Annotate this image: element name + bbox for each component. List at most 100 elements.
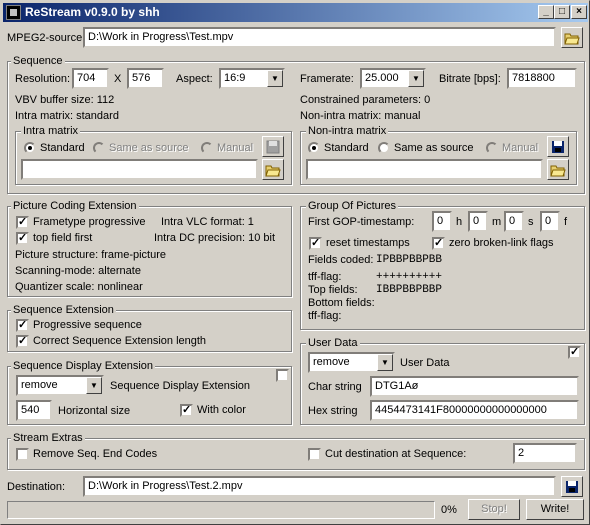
non-intra-manual-radio[interactable]	[486, 142, 498, 154]
aspect-label: Aspect:	[176, 73, 213, 85]
non-intra-same-label: Same as source	[394, 142, 474, 154]
picture-coding-title: Picture Coding Extension	[11, 200, 139, 212]
fields-coded-label: Fields coded:	[308, 254, 374, 266]
cut-sequence-input[interactable]: 2	[513, 443, 577, 464]
chevron-down-icon[interactable]: ▼	[267, 70, 283, 87]
intra-standard-radio[interactable]	[24, 142, 36, 154]
folder-open-icon	[265, 165, 281, 176]
sde-enable-checkbox[interactable]	[276, 369, 289, 382]
intra-matrix-input[interactable]	[21, 159, 258, 180]
char-string-label: Char string	[308, 381, 362, 393]
intra-save-button[interactable]	[262, 136, 284, 157]
title-bar[interactable]: ReStream v0.9.0 by shh _ □ ×	[3, 3, 588, 22]
maximize-button[interactable]: □	[554, 5, 570, 19]
framerate-select[interactable]: 25.000 ▼	[360, 68, 426, 89]
frametype-checkbox[interactable]: ✓	[16, 216, 29, 229]
aspect-value: 16:9	[224, 72, 246, 84]
open-source-button[interactable]	[561, 27, 583, 48]
non-intra-matrix-text: Non-intra matrix: manual	[300, 110, 421, 122]
intra-same-radio[interactable]	[93, 142, 105, 154]
picture-structure-text: Picture structure: frame-picture	[15, 249, 166, 261]
chevron-down-icon[interactable]: ▼	[377, 354, 393, 371]
app-icon	[6, 5, 21, 20]
with-color-checkbox[interactable]: ✓	[180, 404, 193, 417]
user-data-mode-value: remove	[313, 356, 350, 368]
gop-hours-input[interactable]: 0	[432, 211, 452, 232]
top-fields-value: IBBPBBPBBP	[376, 284, 443, 296]
folder-open-icon	[564, 33, 580, 44]
source-path-input[interactable]: D:\Work in Progress\Test.mpv	[83, 27, 556, 48]
hex-string-input[interactable]: 4454473141F80000000000000000	[370, 400, 579, 421]
width-input[interactable]: 704	[72, 68, 109, 89]
bottom-fields-label: Bottom fields:	[308, 297, 375, 309]
save-icon	[566, 480, 578, 493]
intra-matrix-text: Intra matrix: standard	[15, 110, 119, 122]
frametype-label: Frametype progressive	[33, 216, 146, 228]
stop-button[interactable]: Stop!	[468, 499, 520, 520]
progress-bar	[7, 501, 435, 519]
horizontal-size-input[interactable]: 540	[16, 400, 52, 421]
intra-same-label: Same as source	[109, 142, 189, 154]
stream-extras-title: Stream Extras	[11, 432, 85, 444]
gop-frames-input[interactable]: 0	[540, 211, 560, 232]
zero-broken-link-label: zero broken-link flags	[449, 237, 554, 249]
non-intra-save-button[interactable]	[547, 136, 569, 157]
zero-broken-link-checkbox[interactable]: ✓	[432, 237, 445, 250]
remove-end-codes-checkbox[interactable]	[16, 448, 29, 461]
bitrate-input[interactable]: 7818800	[507, 68, 577, 89]
scanning-mode-text: Scanning-mode: alternate	[15, 265, 141, 277]
chevron-down-icon[interactable]: ▼	[408, 70, 424, 87]
source-label: MPEG2-source:	[7, 32, 86, 44]
top-field-label: top field first	[33, 232, 93, 244]
app-window: ReStream v0.9.0 by shh _ □ × MPEG2-sourc…	[0, 0, 590, 525]
vbv-buffer-text: VBV buffer size: 112	[15, 94, 115, 106]
cut-destination-checkbox[interactable]	[308, 448, 321, 461]
non-intra-matrix-title: Non-intra matrix	[306, 125, 389, 137]
bitrate-label: Bitrate [bps]:	[439, 73, 501, 85]
intra-vlc-text: Intra VLC format: 1	[161, 216, 254, 228]
aspect-select[interactable]: 16:9 ▼	[219, 68, 285, 89]
sequence-group-title: Sequence	[11, 55, 65, 67]
destination-path-input[interactable]: D:\Work in Progress\Test.2.mpv	[83, 476, 556, 497]
user-data-mode-select[interactable]: remove ▼	[308, 352, 395, 373]
minimize-button[interactable]: _	[538, 5, 554, 19]
save-icon	[266, 140, 280, 153]
close-button[interactable]: ×	[571, 5, 587, 19]
non-intra-matrix-input[interactable]	[306, 159, 543, 180]
gop-minutes-input[interactable]: 0	[468, 211, 488, 232]
char-string-input[interactable]: DTG1Aø	[370, 376, 579, 397]
user-data-label: User Data	[400, 357, 450, 369]
sequence-extension-title: Sequence Extension	[11, 304, 116, 316]
gop-title: Group Of Pictures	[306, 200, 399, 212]
gop-frames-unit: f	[564, 216, 568, 228]
cut-destination-label: Cut destination at Sequence:	[325, 448, 467, 460]
height-input[interactable]: 576	[127, 68, 164, 89]
resolution-label: Resolution:	[15, 73, 71, 85]
gop-seconds-input[interactable]: 0	[504, 211, 524, 232]
non-intra-standard-label: Standard	[324, 142, 369, 154]
gop-seconds-unit: s	[528, 216, 534, 228]
fields-coded-value: IPBBPBBPBB	[376, 254, 443, 266]
top-fields-label: Top fields:	[308, 284, 358, 296]
non-intra-standard-radio[interactable]	[308, 142, 320, 154]
intra-dc-text: Intra DC precision: 10 bit	[154, 232, 276, 244]
non-intra-open-button[interactable]	[547, 159, 569, 180]
chevron-down-icon[interactable]: ▼	[86, 377, 102, 394]
save-icon	[552, 140, 564, 153]
intra-open-button[interactable]	[262, 159, 284, 180]
non-intra-same-radio[interactable]	[378, 142, 390, 154]
sde-mode-select[interactable]: remove ▼	[16, 375, 104, 396]
intra-manual-radio[interactable]	[201, 142, 213, 154]
window-title: ReStream v0.9.0 by shh	[25, 5, 160, 19]
tff-flag-2-label: tff-flag:	[308, 310, 342, 322]
horizontal-size-label: Horizontal size	[58, 405, 131, 417]
reset-timestamps-checkbox[interactable]: ✓	[309, 237, 322, 250]
user-data-enable-checkbox[interactable]: ✓	[568, 346, 581, 359]
save-destination-button[interactable]	[561, 476, 583, 497]
gop-minutes-unit: m	[492, 216, 502, 228]
top-field-checkbox[interactable]: ✓	[16, 232, 29, 245]
correct-length-checkbox[interactable]: ✓	[16, 335, 29, 348]
reset-timestamps-label: reset timestamps	[326, 237, 410, 249]
write-button[interactable]: Write!	[526, 499, 584, 520]
progressive-sequence-checkbox[interactable]: ✓	[16, 319, 29, 332]
